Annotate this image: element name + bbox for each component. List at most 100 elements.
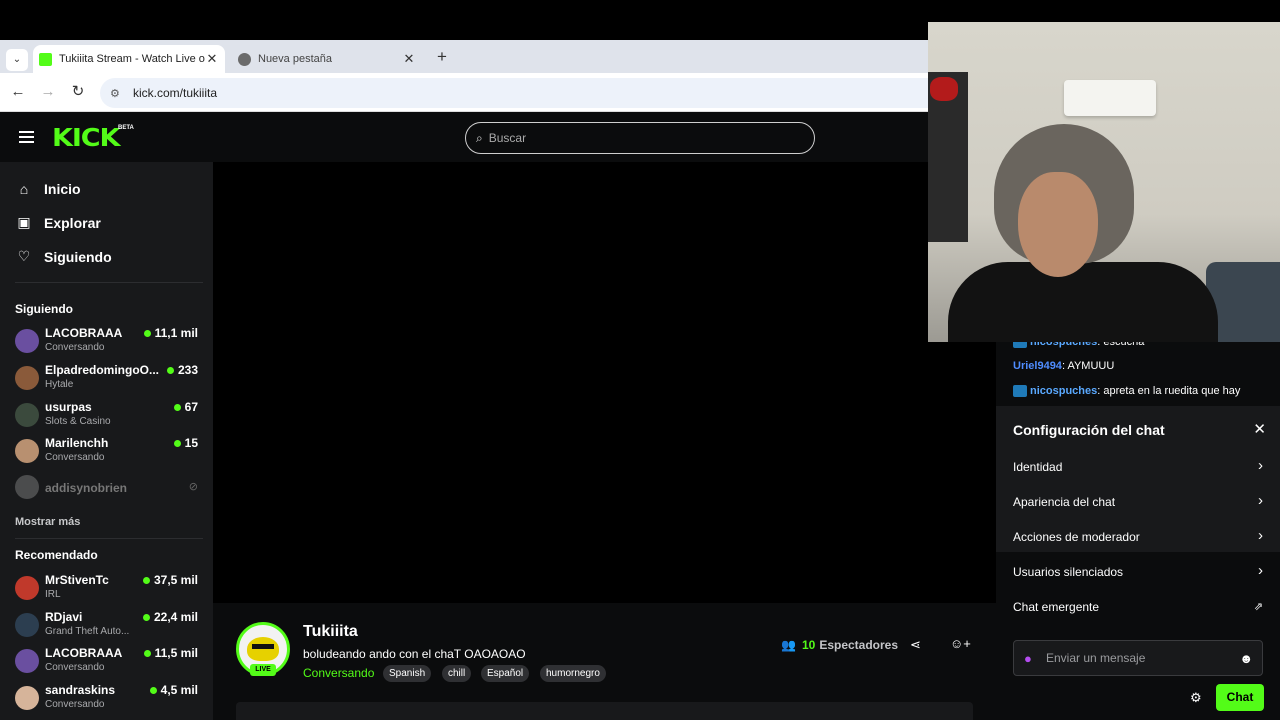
live-dot-icon	[142, 613, 150, 621]
chevron-right-icon: ›	[1258, 527, 1263, 544]
nav-following[interactable]: ♡ Siguiendo	[16, 248, 112, 265]
webcam-overlay	[928, 22, 1280, 342]
chat-message-input[interactable]: ● Enviar un mensaje ☻	[1013, 640, 1263, 676]
red-object	[930, 77, 958, 101]
nav-home[interactable]: ⌂ Inicio	[16, 181, 81, 197]
live-dot-icon	[143, 649, 151, 657]
chat-text: apreta en la ruedita que hay	[1103, 385, 1241, 397]
tab-kick-stream[interactable]: Tukiiita Stream - Watch Live on ✕	[33, 45, 225, 73]
beta-badge: BETA	[118, 125, 134, 131]
menu-icon[interactable]	[19, 131, 34, 143]
settings-item-popout-chat[interactable]: Chat emergente ⇗	[1013, 598, 1263, 618]
settings-item-appearance[interactable]: Apariencia del chat ›	[1013, 492, 1263, 513]
viewer-count: 67	[173, 400, 198, 414]
chat-input-placeholder: Enviar un mensaje	[1046, 651, 1146, 665]
viewer-count-text: 22,4 mil	[153, 610, 198, 624]
video-player[interactable]	[213, 162, 996, 603]
channel-category: Slots & Casino	[45, 416, 111, 427]
nav-label: Siguiendo	[44, 248, 112, 265]
viewer-count: 233	[166, 363, 198, 377]
tag-chip[interactable]: humornegro	[540, 665, 606, 682]
recommended-channel[interactable]: RDjavi Grand Theft Auto... 22,4 mil	[15, 610, 200, 642]
kick-favicon-icon	[39, 52, 52, 66]
site-settings-icon[interactable]: ⚙	[110, 87, 124, 100]
close-icon[interactable]: ✕	[1253, 420, 1266, 438]
air-conditioner	[1064, 80, 1156, 116]
tab-new-tab[interactable]: Nueva pestaña ✕	[232, 45, 422, 73]
close-tab-icon[interactable]: ✕	[205, 51, 219, 67]
avatar	[15, 366, 39, 390]
channel-name: addisynobrien	[45, 481, 128, 495]
subscriber-badge-icon	[1013, 385, 1027, 398]
tag-chip[interactable]: chill	[442, 665, 472, 682]
following-channel[interactable]: usurpas Slots & Casino 67	[15, 400, 200, 432]
channel-category: Grand Theft Auto...	[45, 626, 130, 637]
nav-explore[interactable]: ▣ Explorar	[16, 214, 100, 231]
settings-item-label: Acciones de moderador	[1013, 530, 1140, 544]
stream-title: boludeando ando con el chaT OAOAOAO	[303, 647, 526, 661]
chat-username[interactable]: nicospuches	[1030, 385, 1097, 397]
search-placeholder: Buscar	[488, 131, 527, 145]
close-tab-icon[interactable]: ✕	[402, 51, 416, 67]
recommended-channel[interactable]: sandraskins Conversando 4,5 mil	[15, 683, 200, 715]
tag-chip[interactable]: Español	[481, 665, 530, 682]
settings-item-label: Identidad	[1013, 460, 1063, 474]
avatar	[15, 613, 39, 637]
reload-icon[interactable]: ↻	[68, 82, 88, 102]
viewer-count-text: 233	[177, 363, 198, 377]
viewer-counter: 👥 10 Espectadores	[781, 638, 898, 652]
microphone-icon[interactable]: ●	[1024, 651, 1034, 666]
follow-user-icon[interactable]: ☺+	[950, 636, 971, 651]
chrome-favicon-icon	[238, 52, 251, 66]
tab-strip: ⌄ Tukiiita Stream - Watch Live on ✕ Nuev…	[0, 40, 930, 73]
avatar	[15, 439, 39, 463]
viewer-count: 4,5 mil	[149, 683, 198, 697]
tag-chip[interactable]: Spanish	[383, 665, 432, 682]
heart-icon: ♡	[17, 248, 31, 264]
viewer-count-text: 4,5 mil	[160, 683, 198, 697]
recommended-channel[interactable]: LACOBRAAA Conversando 11,5 mil	[15, 646, 200, 678]
viewer-count-text: 11,5 mil	[154, 646, 198, 660]
recommended-channel[interactable]: MrStivenTc IRL 37,5 mil	[15, 573, 200, 605]
kick-logo[interactable]: KICK	[52, 125, 120, 150]
following-channel[interactable]: ElpadredomingoO... Hytale 233	[15, 363, 200, 395]
back-arrow-icon[interactable]: ←	[8, 82, 28, 102]
live-dot-icon	[142, 576, 150, 584]
tab-search-button[interactable]: ⌄	[6, 49, 28, 71]
chat-message: nicospuches: apreta en la ruedita que ha…	[1013, 383, 1269, 399]
compass-icon: ▣	[17, 214, 31, 230]
chevron-right-icon: ›	[1258, 457, 1263, 474]
chat-username[interactable]: Uriel9494	[1013, 360, 1062, 372]
chevron-right-icon: ›	[1258, 562, 1263, 579]
settings-item-mod-actions[interactable]: Acciones de moderador ›	[1013, 527, 1263, 548]
share-icon[interactable]: ⋖	[910, 637, 921, 653]
send-chat-button[interactable]: Chat	[1216, 684, 1264, 711]
avatar	[15, 649, 39, 673]
following-channel[interactable]: LACOBRAAA Conversando 11,1 mil	[15, 326, 200, 358]
avatar-art-eyes	[252, 644, 274, 650]
channel-name: usurpas	[45, 400, 92, 414]
url-input[interactable]: ⚙ kick.com/tukiiita	[100, 78, 928, 108]
sidebar: ⌂ Inicio ▣ Explorar ♡ Siguiendo Siguiend…	[0, 162, 213, 720]
viewer-number: 10	[801, 638, 816, 652]
following-channel-offline[interactable]: addisynobrien ⊘	[15, 472, 200, 504]
channel-name: ElpadredomingoO...	[45, 363, 160, 377]
new-tab-button[interactable]: +	[432, 48, 452, 68]
recommended-header: Recomendado	[15, 548, 98, 562]
forward-arrow-icon[interactable]: →	[38, 82, 58, 102]
live-dot-icon	[173, 403, 181, 411]
search-input[interactable]: ⌕ Buscar	[465, 122, 815, 154]
show-more-link[interactable]: Mostrar más	[15, 516, 80, 528]
chevron-right-icon: ›	[1258, 492, 1263, 509]
viewer-count-text: 67	[184, 400, 198, 414]
content-panel	[236, 702, 973, 720]
settings-item-identity[interactable]: Identidad ›	[1013, 457, 1263, 478]
emoji-icon[interactable]: ☻	[1239, 651, 1253, 666]
viewer-count: 11,1 mil	[143, 326, 198, 340]
following-channel[interactable]: Marilenchh Conversando 15	[15, 436, 200, 468]
settings-item-muted-users[interactable]: Usuarios silenciados ›	[1013, 562, 1263, 583]
gear-icon[interactable]: ⚙	[1190, 690, 1202, 706]
streamer-name[interactable]: Tukiiita	[303, 623, 358, 641]
live-dot-icon	[173, 439, 181, 447]
stream-category-link[interactable]: Conversando	[303, 666, 374, 680]
